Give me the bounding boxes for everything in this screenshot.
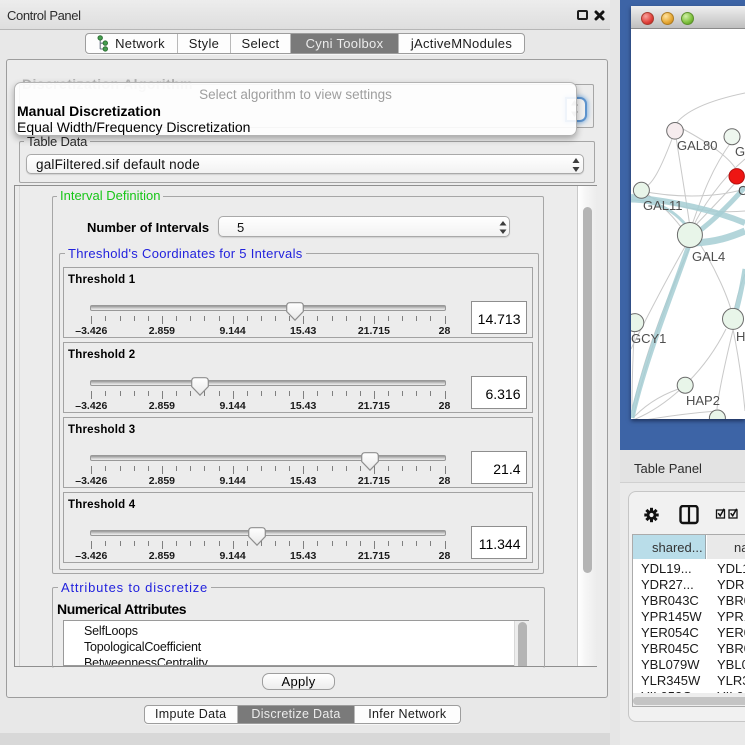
svg-text:GAL4: GAL4 xyxy=(692,249,725,264)
svg-text:GAL80: GAL80 xyxy=(677,138,717,153)
svg-text:HAP2: HAP2 xyxy=(686,393,720,408)
svg-text:H: H xyxy=(736,329,745,344)
svg-text:C: C xyxy=(738,183,745,198)
svg-text:GCY1: GCY1 xyxy=(631,331,666,346)
svg-text:GA: GA xyxy=(735,144,745,159)
svg-text:GAL11: GAL11 xyxy=(643,198,683,213)
